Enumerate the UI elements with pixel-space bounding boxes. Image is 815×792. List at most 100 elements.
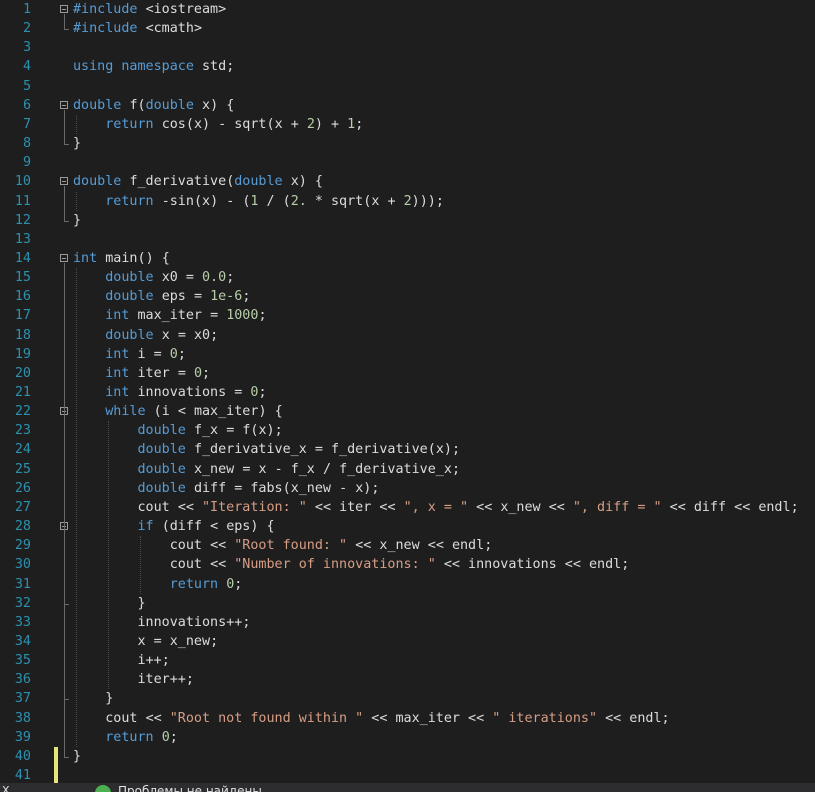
code-text: double f_derivative_x = f_derivative(x); bbox=[137, 442, 461, 458]
code-line[interactable]: 1 #include <iostream> bbox=[0, 0, 815, 19]
code-text: int innovations = 0; bbox=[105, 385, 267, 400]
code-text: return 0; bbox=[169, 576, 243, 592]
code-text: double diff = fabs(x_new - x); bbox=[137, 480, 380, 496]
code-line[interactable]: 30 cout << "Number of innovations: " << … bbox=[0, 555, 815, 574]
code-text: int main() { bbox=[73, 250, 170, 266]
code-text: double x = x0; bbox=[105, 327, 219, 343]
line-number: 23 bbox=[14, 423, 31, 439]
line-number: 11 bbox=[14, 193, 31, 209]
code-text: cout << "Number of innovations: " << inn… bbox=[169, 557, 630, 573]
line-number: 27 bbox=[14, 499, 31, 515]
line-number: 35 bbox=[14, 653, 31, 669]
code-text: int max_iter = 1000; bbox=[105, 308, 267, 324]
line-number: 1 bbox=[22, 2, 31, 17]
fold-toggle-icon[interactable] bbox=[60, 177, 68, 186]
fold-region-line bbox=[64, 531, 65, 604]
code-line[interactable]: 22 while (i < max_iter) { bbox=[0, 402, 815, 421]
check-circle-icon[interactable] bbox=[95, 785, 111, 792]
code-line[interactable]: 21 int innovations = 0; bbox=[0, 383, 815, 402]
line-number: 19 bbox=[14, 346, 31, 362]
line-number: 37 bbox=[14, 691, 31, 707]
code-text: return -sin(x) - (1 / (2. * sqrt(x + 2))… bbox=[105, 193, 444, 209]
code-text: #include <cmath> bbox=[73, 21, 202, 37]
code-line[interactable]: 27 cout << "Iteration: " << iter << ", x… bbox=[0, 498, 815, 517]
fold-toggle-icon[interactable] bbox=[60, 100, 68, 109]
indent-guide bbox=[108, 421, 109, 690]
code-line[interactable]: 8} bbox=[0, 134, 815, 153]
line-number: 3 bbox=[22, 40, 31, 56]
line-number: 32 bbox=[14, 595, 31, 611]
code-line[interactable]: 4 using namespace std; bbox=[0, 57, 815, 76]
fold-region-end bbox=[64, 699, 69, 701]
code-editor[interactable]: 1 #include <iostream> 2 #include <cmath> 3 4 u… bbox=[0, 0, 815, 792]
code-line[interactable]: 13 bbox=[0, 230, 815, 249]
code-line[interactable]: 17 int max_iter = 1000; bbox=[0, 306, 815, 325]
code-line[interactable]: 25 double x_new = x - f_x / f_derivative… bbox=[0, 460, 815, 479]
code-line[interactable]: 16 double eps = 1e-6; bbox=[0, 287, 815, 306]
fold-region-line bbox=[64, 14, 65, 30]
code-line[interactable]: 11 return -sin(x) - (1 / (2. * sqrt(x + … bbox=[0, 192, 815, 211]
code-line[interactable]: 2 #include <cmath> bbox=[0, 19, 815, 38]
modified-line-marker bbox=[54, 746, 58, 786]
status-message[interactable]: Проблемы не найдены bbox=[118, 784, 262, 792]
code-line[interactable]: 5 bbox=[0, 77, 815, 96]
code-line[interactable]: 26 double diff = fabs(x_new - x); bbox=[0, 479, 815, 498]
code-line[interactable]: 9 bbox=[0, 153, 815, 172]
code-line[interactable]: 37 } bbox=[0, 689, 815, 708]
code-line[interactable]: 34 x = x_new; bbox=[0, 632, 815, 651]
code-line[interactable]: 28 if (diff < eps) { bbox=[0, 517, 815, 536]
fold-region-end bbox=[64, 756, 69, 758]
line-number: 2 bbox=[22, 21, 31, 37]
code-line[interactable]: 19 int i = 0; bbox=[0, 345, 815, 364]
line-number: 29 bbox=[14, 538, 31, 554]
code-line[interactable]: 29 cout << "Root found: " << x_new << en… bbox=[0, 536, 815, 555]
code-text: double x_new = x - f_x / f_derivative_x; bbox=[137, 461, 461, 477]
fold-region-end bbox=[64, 603, 69, 605]
fold-toggle-icon[interactable] bbox=[60, 253, 68, 262]
code-line[interactable]: 24 double f_derivative_x = f_derivative(… bbox=[0, 440, 815, 459]
code-text: int iter = 0; bbox=[105, 365, 211, 381]
code-text: using namespace std; bbox=[73, 59, 235, 75]
line-number: 38 bbox=[14, 710, 31, 726]
code-line[interactable]: 10 double f_derivative(double x) { bbox=[0, 172, 815, 191]
line-number: 7 bbox=[22, 116, 31, 132]
line-number: 31 bbox=[14, 576, 31, 592]
code-line[interactable]: 31 return 0; bbox=[0, 575, 815, 594]
code-text: cout << "Root not found within " << max_… bbox=[105, 710, 670, 726]
code-text: } bbox=[73, 748, 82, 764]
code-text: } bbox=[105, 691, 114, 707]
code-text: double f(double x) { bbox=[73, 97, 235, 113]
code-line[interactable]: 35 i++; bbox=[0, 651, 815, 670]
indent-guide bbox=[76, 268, 77, 747]
code-line[interactable]: 36 iter++; bbox=[0, 670, 815, 689]
code-text: x = x_new; bbox=[137, 633, 219, 649]
code-line[interactable]: 38 cout << "Root not found within " << m… bbox=[0, 709, 815, 728]
code-line[interactable]: 14 int main() { bbox=[0, 249, 815, 268]
line-number: 30 bbox=[14, 557, 31, 573]
line-number: 10 bbox=[14, 174, 31, 190]
code-text: return cos(x) - sqrt(x + 2) + 1; bbox=[105, 116, 364, 132]
line-number: 4 bbox=[22, 59, 31, 75]
code-line[interactable]: 32 } bbox=[0, 594, 815, 613]
line-number: 18 bbox=[14, 327, 31, 343]
code-line[interactable]: 15 double x0 = 0.0; bbox=[0, 268, 815, 287]
code-line[interactable]: 7 return cos(x) - sqrt(x + 2) + 1; bbox=[0, 115, 815, 134]
code-line[interactable]: 12} bbox=[0, 211, 815, 230]
code-text: double eps = 1e-6; bbox=[105, 289, 251, 305]
code-line[interactable]: 6 double f(double x) { bbox=[0, 96, 815, 115]
code-text: iter++; bbox=[137, 672, 194, 688]
code-line[interactable]: 40} bbox=[0, 747, 815, 766]
code-line[interactable]: 20 int iter = 0; bbox=[0, 364, 815, 383]
line-number: 39 bbox=[14, 729, 31, 745]
code-line[interactable]: 18 double x = x0; bbox=[0, 326, 815, 345]
code-text: return 0; bbox=[105, 729, 178, 745]
code-line[interactable]: 33 innovations++; bbox=[0, 613, 815, 632]
code-line[interactable]: 3 bbox=[0, 38, 815, 57]
code-line[interactable]: 23 double f_x = f(x); bbox=[0, 421, 815, 440]
line-number: 34 bbox=[14, 633, 31, 649]
code-line[interactable]: 39 return 0; bbox=[0, 728, 815, 747]
fold-toggle-icon[interactable] bbox=[60, 5, 68, 13]
fold-region-line bbox=[64, 186, 65, 221]
code-text: } bbox=[73, 136, 82, 152]
line-number: 8 bbox=[22, 136, 31, 152]
